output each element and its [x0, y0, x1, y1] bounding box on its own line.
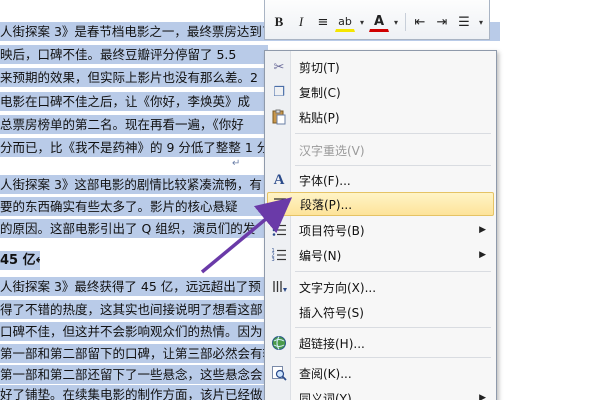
- doc-line: 好了铺垫。在续集电影的制作方面，该片已经做: [0, 385, 268, 400]
- italic-button[interactable]: I: [291, 12, 311, 32]
- highlight-button[interactable]: ab: [335, 12, 355, 32]
- copy-icon: ❐: [273, 84, 285, 100]
- increase-indent-button[interactable]: ⇥: [432, 12, 452, 32]
- bullet-list-button[interactable]: ☰: [454, 12, 474, 32]
- paragraph-mark: ↵: [232, 158, 241, 169]
- hyperlink-icon: [267, 332, 291, 354]
- menu-item-insert-symbol[interactable]: 插入符号(S): [267, 300, 494, 324]
- numbering-icon: 123: [267, 244, 291, 266]
- doc-line: 分而已，比《我不是药神》的 9 分低了整整 1 分: [0, 138, 268, 157]
- bullets-icon: [267, 219, 291, 241]
- doc-line: 要的东西确实有些太多了。影片的核心悬疑: [0, 197, 268, 216]
- research-icon: [267, 362, 291, 384]
- doc-line: 人街探案 3》最终获得了 45 亿，远远超出了预: [0, 277, 268, 296]
- menu-item-copy[interactable]: ❐ 复制(C): [267, 80, 494, 104]
- menu-separator: [295, 165, 491, 166]
- doc-line: 得了不错的热度，这其实也间接说明了想看这部: [0, 300, 268, 319]
- submenu-arrow-icon: ▶: [479, 225, 486, 235]
- doc-line: 映后，口碑不佳。最终豆瓣评分停留了 5.5: [0, 45, 268, 64]
- menu-item-cut[interactable]: ✂ 剪切(T): [267, 55, 494, 79]
- doc-line: 的原因。这部电影引出了 Q 组织，演员们的发: [0, 219, 268, 238]
- menu-item-text-direction[interactable]: 文字方向(X)...: [267, 275, 494, 299]
- menu-item-numbering[interactable]: 123 编号(N) ▶: [267, 243, 494, 267]
- highlight-dropdown[interactable]: ▾: [357, 18, 367, 27]
- doc-line: 电影在口碑不佳之后，让《你好，李焕英》成: [0, 92, 268, 111]
- font-color-button[interactable]: A: [369, 12, 389, 32]
- highlight-icon: ab: [338, 14, 352, 28]
- paste-icon: [267, 106, 291, 128]
- decrease-indent-button[interactable]: ⇤: [410, 12, 430, 32]
- font-color-icon: A: [373, 13, 385, 29]
- doc-line: 总票房榜单的第二名。现在再看一遍，《你好: [0, 115, 268, 134]
- list-dropdown[interactable]: ▾: [476, 18, 486, 27]
- menu-item-synonyms[interactable]: 同义词(Y) ▶: [267, 386, 494, 400]
- svg-text:3: 3: [272, 257, 275, 263]
- doc-line: 第一部和第二部留下的口碑，让第三部必然会有较高: [0, 344, 268, 363]
- scissors-icon: ✂: [273, 59, 285, 75]
- doc-line: 口碑不佳，但这并不会影响观众们的热情。因为: [0, 322, 268, 341]
- submenu-arrow-icon: ▶: [479, 393, 486, 400]
- menu-item-paragraph[interactable]: 段落(P)...: [267, 192, 494, 216]
- context-menu: ✂ 剪切(T) ❐ 复制(C) 粘贴(P) 汉字重选(V) A 字体(F)...…: [264, 50, 497, 400]
- font-icon: A: [273, 171, 285, 188]
- center-align-button[interactable]: ≡: [313, 12, 333, 32]
- text-direction-icon: [267, 276, 291, 298]
- section-heading: 45 亿↵: [0, 251, 40, 270]
- paragraph-icon: [268, 193, 292, 215]
- menu-separator: [295, 357, 491, 358]
- menu-item-font[interactable]: A 字体(F)...: [267, 168, 494, 192]
- menu-separator: [295, 271, 491, 272]
- menu-separator: [295, 133, 491, 134]
- doc-line: 人街探案 3》这部电影的剧情比较紧凑流畅，有: [0, 175, 268, 194]
- doc-line: 来预期的效果，但实际上影片也没有那么差。2: [0, 68, 268, 87]
- menu-item-reconversion: 汉字重选(V): [299, 143, 365, 158]
- toolbar-divider: [405, 13, 406, 31]
- menu-separator: [295, 327, 491, 328]
- menu-item-hyperlink[interactable]: 超链接(H)...: [267, 331, 494, 355]
- menu-item-bullets[interactable]: 项目符号(B) ▶: [267, 218, 494, 242]
- bold-button[interactable]: B: [269, 12, 289, 32]
- menu-item-paste[interactable]: 粘贴(P): [267, 105, 494, 129]
- submenu-arrow-icon: ▶: [479, 250, 486, 260]
- doc-line: 第一部和第二部还留下了一些悬念，这些悬念会: [0, 365, 268, 384]
- font-color-dropdown[interactable]: ▾: [391, 18, 401, 27]
- menu-item-research[interactable]: 查阅(K)...: [267, 361, 494, 385]
- mini-toolbar: B I ≡ ab ▾ A ▾ ⇤ ⇥ ☰ ▾: [264, 0, 490, 40]
